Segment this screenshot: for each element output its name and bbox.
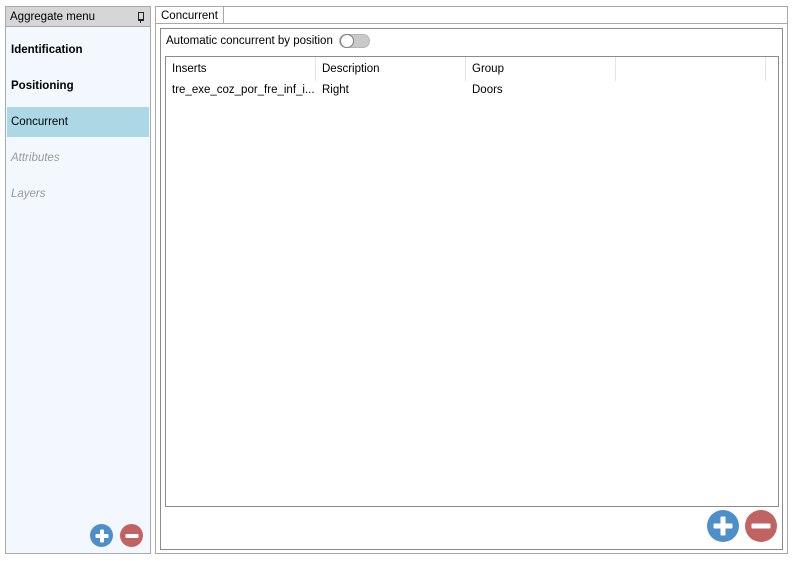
concurrent-panel: Concurrent Automatic concurrent by posit… — [155, 6, 788, 554]
add-insert-button[interactable] — [707, 510, 739, 542]
minus-circle-icon — [125, 533, 138, 538]
cell-description: Right — [322, 84, 349, 96]
auto-concurrent-label: Automatic concurrent by position — [166, 35, 333, 47]
auto-concurrent-toggle[interactable] — [338, 34, 370, 48]
toggle-knob — [339, 34, 354, 48]
tab-concurrent[interactable]: Concurrent — [155, 6, 224, 24]
table-row[interactable]: tre_exe_coz_por_fre_inf_i... Right Doors — [166, 81, 778, 99]
column-header-empty — [616, 57, 766, 81]
menu-item-label: Layers — [11, 188, 46, 200]
menu-action-buttons — [90, 524, 143, 547]
remove-menu-item-button[interactable] — [120, 524, 143, 547]
concurrent-content: Automatic concurrent by position Inserts… — [160, 28, 783, 550]
menu-item-label: Positioning — [11, 80, 74, 92]
auto-concurrent-row: Automatic concurrent by position — [166, 34, 370, 48]
remove-insert-button[interactable] — [745, 510, 777, 542]
cell-group: Doors — [472, 84, 503, 96]
aggregate-menu-header: Aggregate menu — [6, 7, 150, 27]
inserts-grid: Inserts Description Group tre_exe_coz_po… — [165, 56, 779, 507]
column-header-description[interactable]: Description — [316, 57, 466, 81]
menu-item-positioning[interactable]: Positioning — [7, 71, 149, 101]
minus-circle-icon — [751, 523, 771, 529]
aggregate-menu-title: Aggregate menu — [10, 10, 96, 23]
menu-item-identification[interactable]: Identification — [7, 35, 149, 65]
grid-action-buttons — [707, 510, 777, 542]
tab-label: Concurrent — [161, 9, 218, 22]
menu-item-layers: Layers — [7, 179, 149, 209]
column-header-group[interactable]: Group — [466, 57, 616, 81]
menu-item-concurrent[interactable]: Concurrent — [7, 107, 149, 137]
aggregate-menu-panel: Aggregate menu Identification Positionin… — [5, 6, 151, 554]
grid-header: Inserts Description Group — [166, 57, 778, 81]
cell-inserts: tre_exe_coz_por_fre_inf_i... — [172, 84, 315, 96]
menu-item-label: Concurrent — [11, 116, 68, 128]
aggregate-menu-list: Identification Positioning Concurrent At… — [6, 27, 150, 209]
add-menu-item-button[interactable] — [90, 524, 113, 547]
column-header-inserts[interactable]: Inserts — [166, 57, 316, 81]
tab-strip: Concurrent — [155, 6, 788, 24]
menu-item-attributes: Attributes — [7, 143, 149, 173]
tab-body: Automatic concurrent by position Inserts… — [155, 23, 788, 554]
pin-icon[interactable] — [135, 11, 145, 23]
menu-item-label: Attributes — [11, 152, 60, 164]
menu-item-label: Identification — [11, 44, 83, 56]
